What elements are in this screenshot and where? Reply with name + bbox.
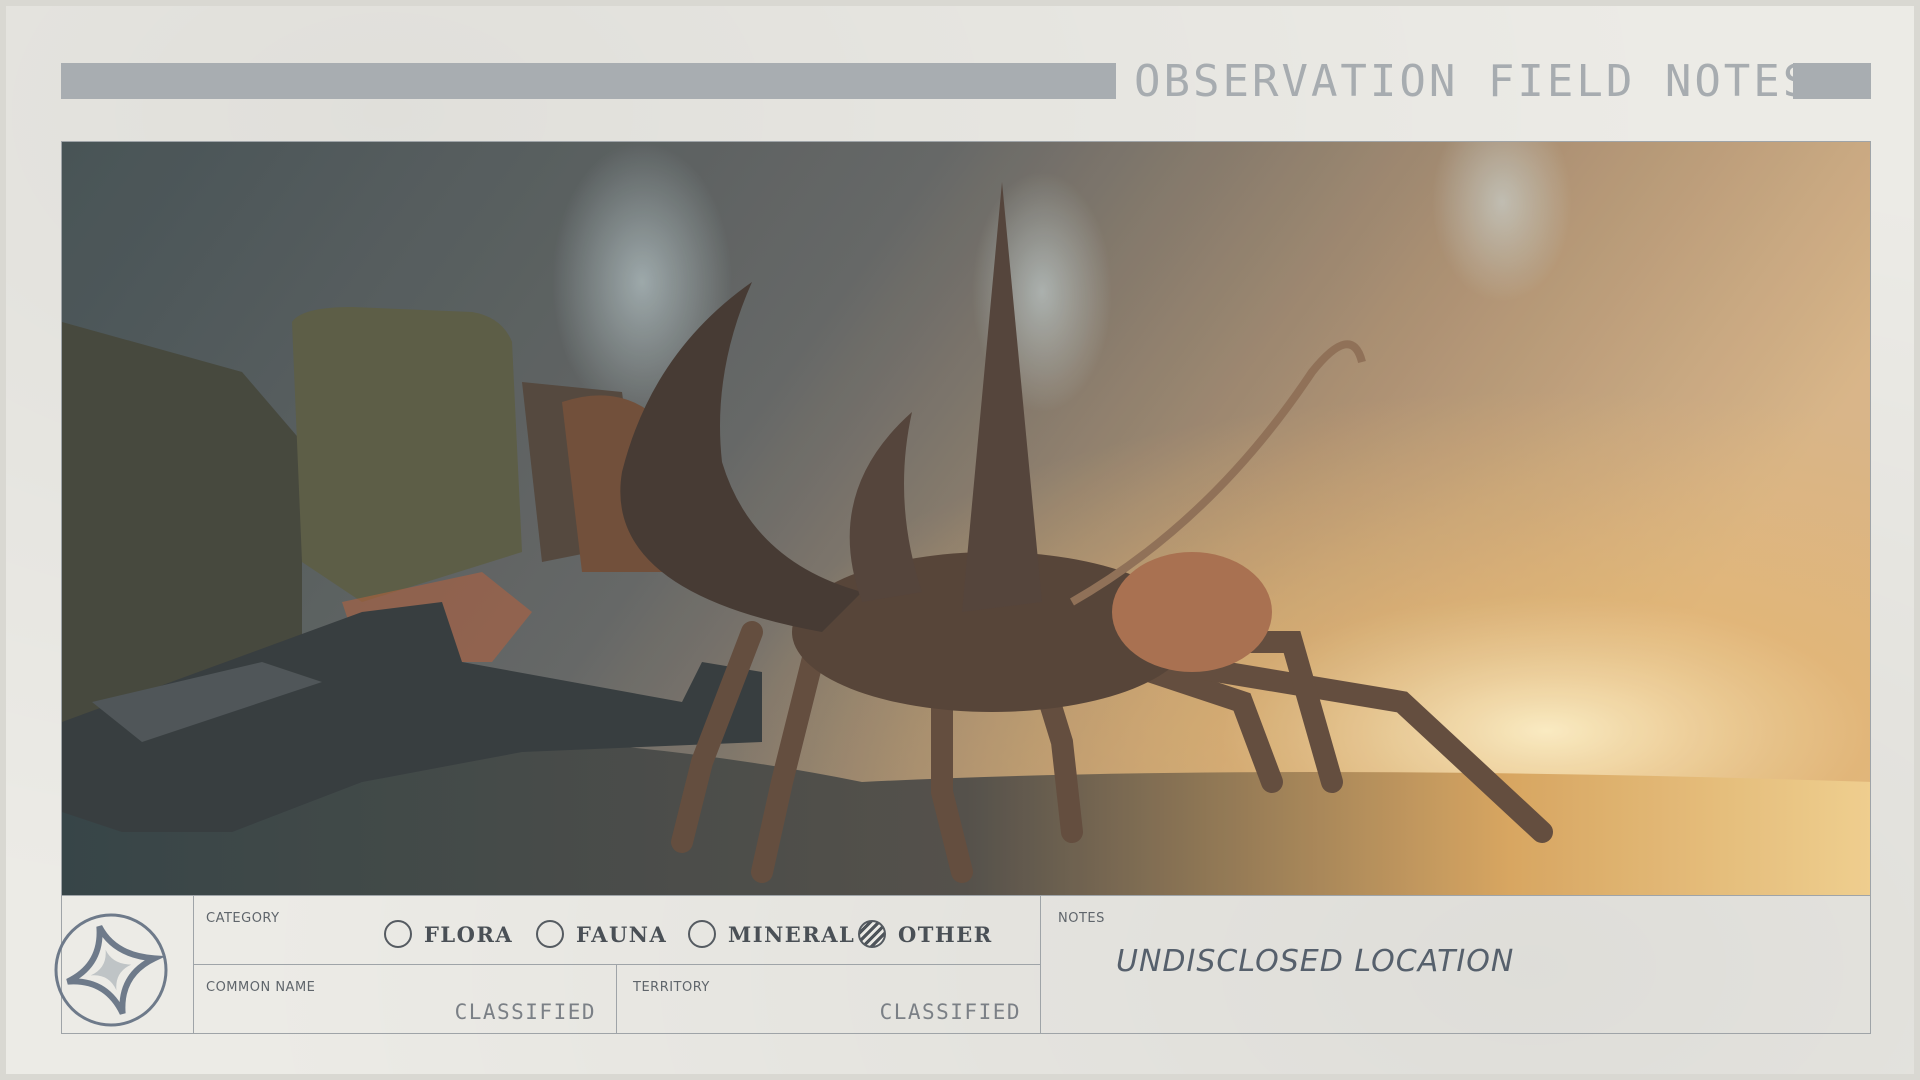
page-title: OBSERVATION FIELD NOTES (1134, 56, 1813, 107)
creature-scene-image (62, 142, 1870, 895)
four-point-star-emblem-icon (52, 911, 170, 1029)
territory-label: TERRITORY (633, 980, 710, 995)
mineral-radio[interactable] (688, 920, 716, 948)
field-notes-card: OBSERVATION FIELD NOTES CATEGORY FLORA F… (0, 0, 1920, 1080)
option-mineral[interactable]: MINERAL (688, 918, 855, 950)
header-bar-right (1793, 63, 1871, 99)
option-fauna[interactable]: FAUNA (536, 918, 667, 950)
common-name-label: COMMON NAME (206, 980, 316, 995)
option-other[interactable]: OTHER (858, 918, 993, 950)
option-flora[interactable]: FLORA (384, 918, 513, 950)
notes-value: UNDISCLOSED LOCATION (1116, 944, 1515, 979)
divider-emblem (193, 896, 194, 1034)
creature-photo (61, 141, 1871, 896)
divider-name-territory (616, 964, 617, 1034)
divider-category (193, 964, 1040, 965)
common-name-value: CLASSIFIED (454, 1000, 596, 1024)
territory-value: CLASSIFIED (879, 1000, 1021, 1024)
fauna-radio[interactable] (536, 920, 564, 948)
category-label: CATEGORY (206, 911, 280, 926)
notes-label: NOTES (1058, 911, 1105, 926)
header-bar-left (61, 63, 1116, 99)
other-label: OTHER (898, 921, 993, 947)
flora-radio[interactable] (384, 920, 412, 948)
divider-notes (1040, 896, 1041, 1034)
other-radio[interactable] (858, 920, 886, 948)
flora-label: FLORA (424, 921, 514, 947)
mineral-label: MINERAL (728, 921, 856, 947)
fauna-label: FAUNA (576, 921, 668, 947)
